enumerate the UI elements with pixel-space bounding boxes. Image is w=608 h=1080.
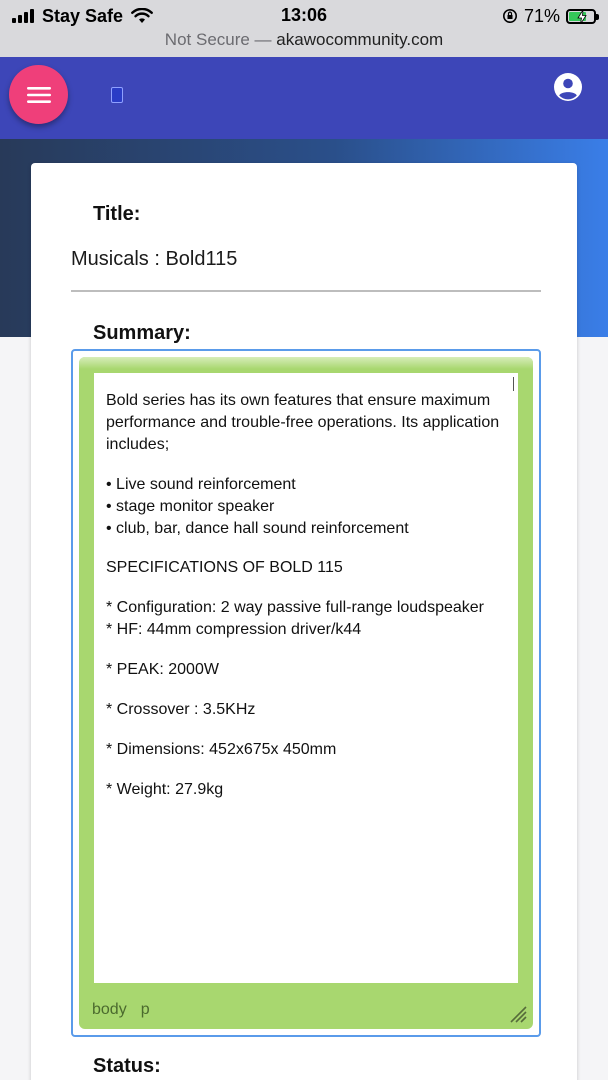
url-bar[interactable]: Not Secure — akawocommunity.com	[0, 30, 608, 50]
title-label: Title:	[93, 203, 141, 225]
status-label: Status:	[93, 1055, 161, 1077]
status-bar: Stay Safe 13:06 71% Not Secure — akawoco…	[0, 0, 608, 57]
charging-bolt-icon	[577, 9, 587, 24]
account-circle-icon[interactable]	[553, 72, 583, 102]
url-domain: akawocommunity.com	[276, 30, 444, 49]
editor-content[interactable]: Bold series has its own features that en…	[94, 373, 518, 983]
summary-label: Summary:	[93, 322, 191, 344]
list-item: • club, bar, dance hall sound reinforcem…	[106, 520, 409, 537]
spec-dimensions: * Dimensions: 452x675x 450mm	[106, 741, 337, 758]
editor-frame: Bold series has its own features that en…	[79, 357, 533, 1029]
title-input[interactable]: Musicals : Bold115	[71, 248, 237, 271]
battery-icon	[566, 8, 599, 24]
url-insecure-label: Not Secure —	[164, 30, 272, 49]
spec-configuration: * Configuration: 2 way passive full-rang…	[106, 599, 484, 616]
app-header	[0, 57, 608, 139]
text-cursor	[513, 377, 514, 391]
title-input-underline	[71, 290, 541, 292]
spec-hf: * HF: 44mm compression driver/k44	[106, 621, 362, 638]
spec-weight: * Weight: 27.9kg	[106, 781, 224, 798]
path-item-body[interactable]: body	[92, 1001, 127, 1019]
path-item-p[interactable]: p	[141, 1001, 150, 1019]
spec-peak: * PEAK: 2000W	[106, 661, 219, 678]
orientation-lock-icon	[502, 9, 517, 23]
summary-editor[interactable]: Bold series has its own features that en…	[71, 349, 541, 1037]
spec-crossover: * Crossover : 3.5KHz	[106, 701, 256, 718]
editor-element-path: body p	[92, 1001, 150, 1019]
spec-heading: SPECIFICATIONS OF BOLD 115	[106, 559, 343, 576]
resize-handle-icon[interactable]	[509, 1005, 527, 1023]
list-item: • Live sound reinforcement	[106, 476, 296, 493]
site-logo[interactable]	[111, 87, 123, 103]
post-form-card: Title: Musicals : Bold115 Summary: Bold …	[31, 163, 577, 1080]
menu-button[interactable]	[9, 65, 68, 124]
list-item: • stage monitor speaker	[106, 498, 275, 515]
summary-intro: Bold series has its own features that en…	[106, 392, 500, 453]
battery-percent: 71%	[523, 5, 560, 26]
hamburger-icon	[26, 86, 51, 103]
status-right: 71%	[502, 5, 599, 27]
